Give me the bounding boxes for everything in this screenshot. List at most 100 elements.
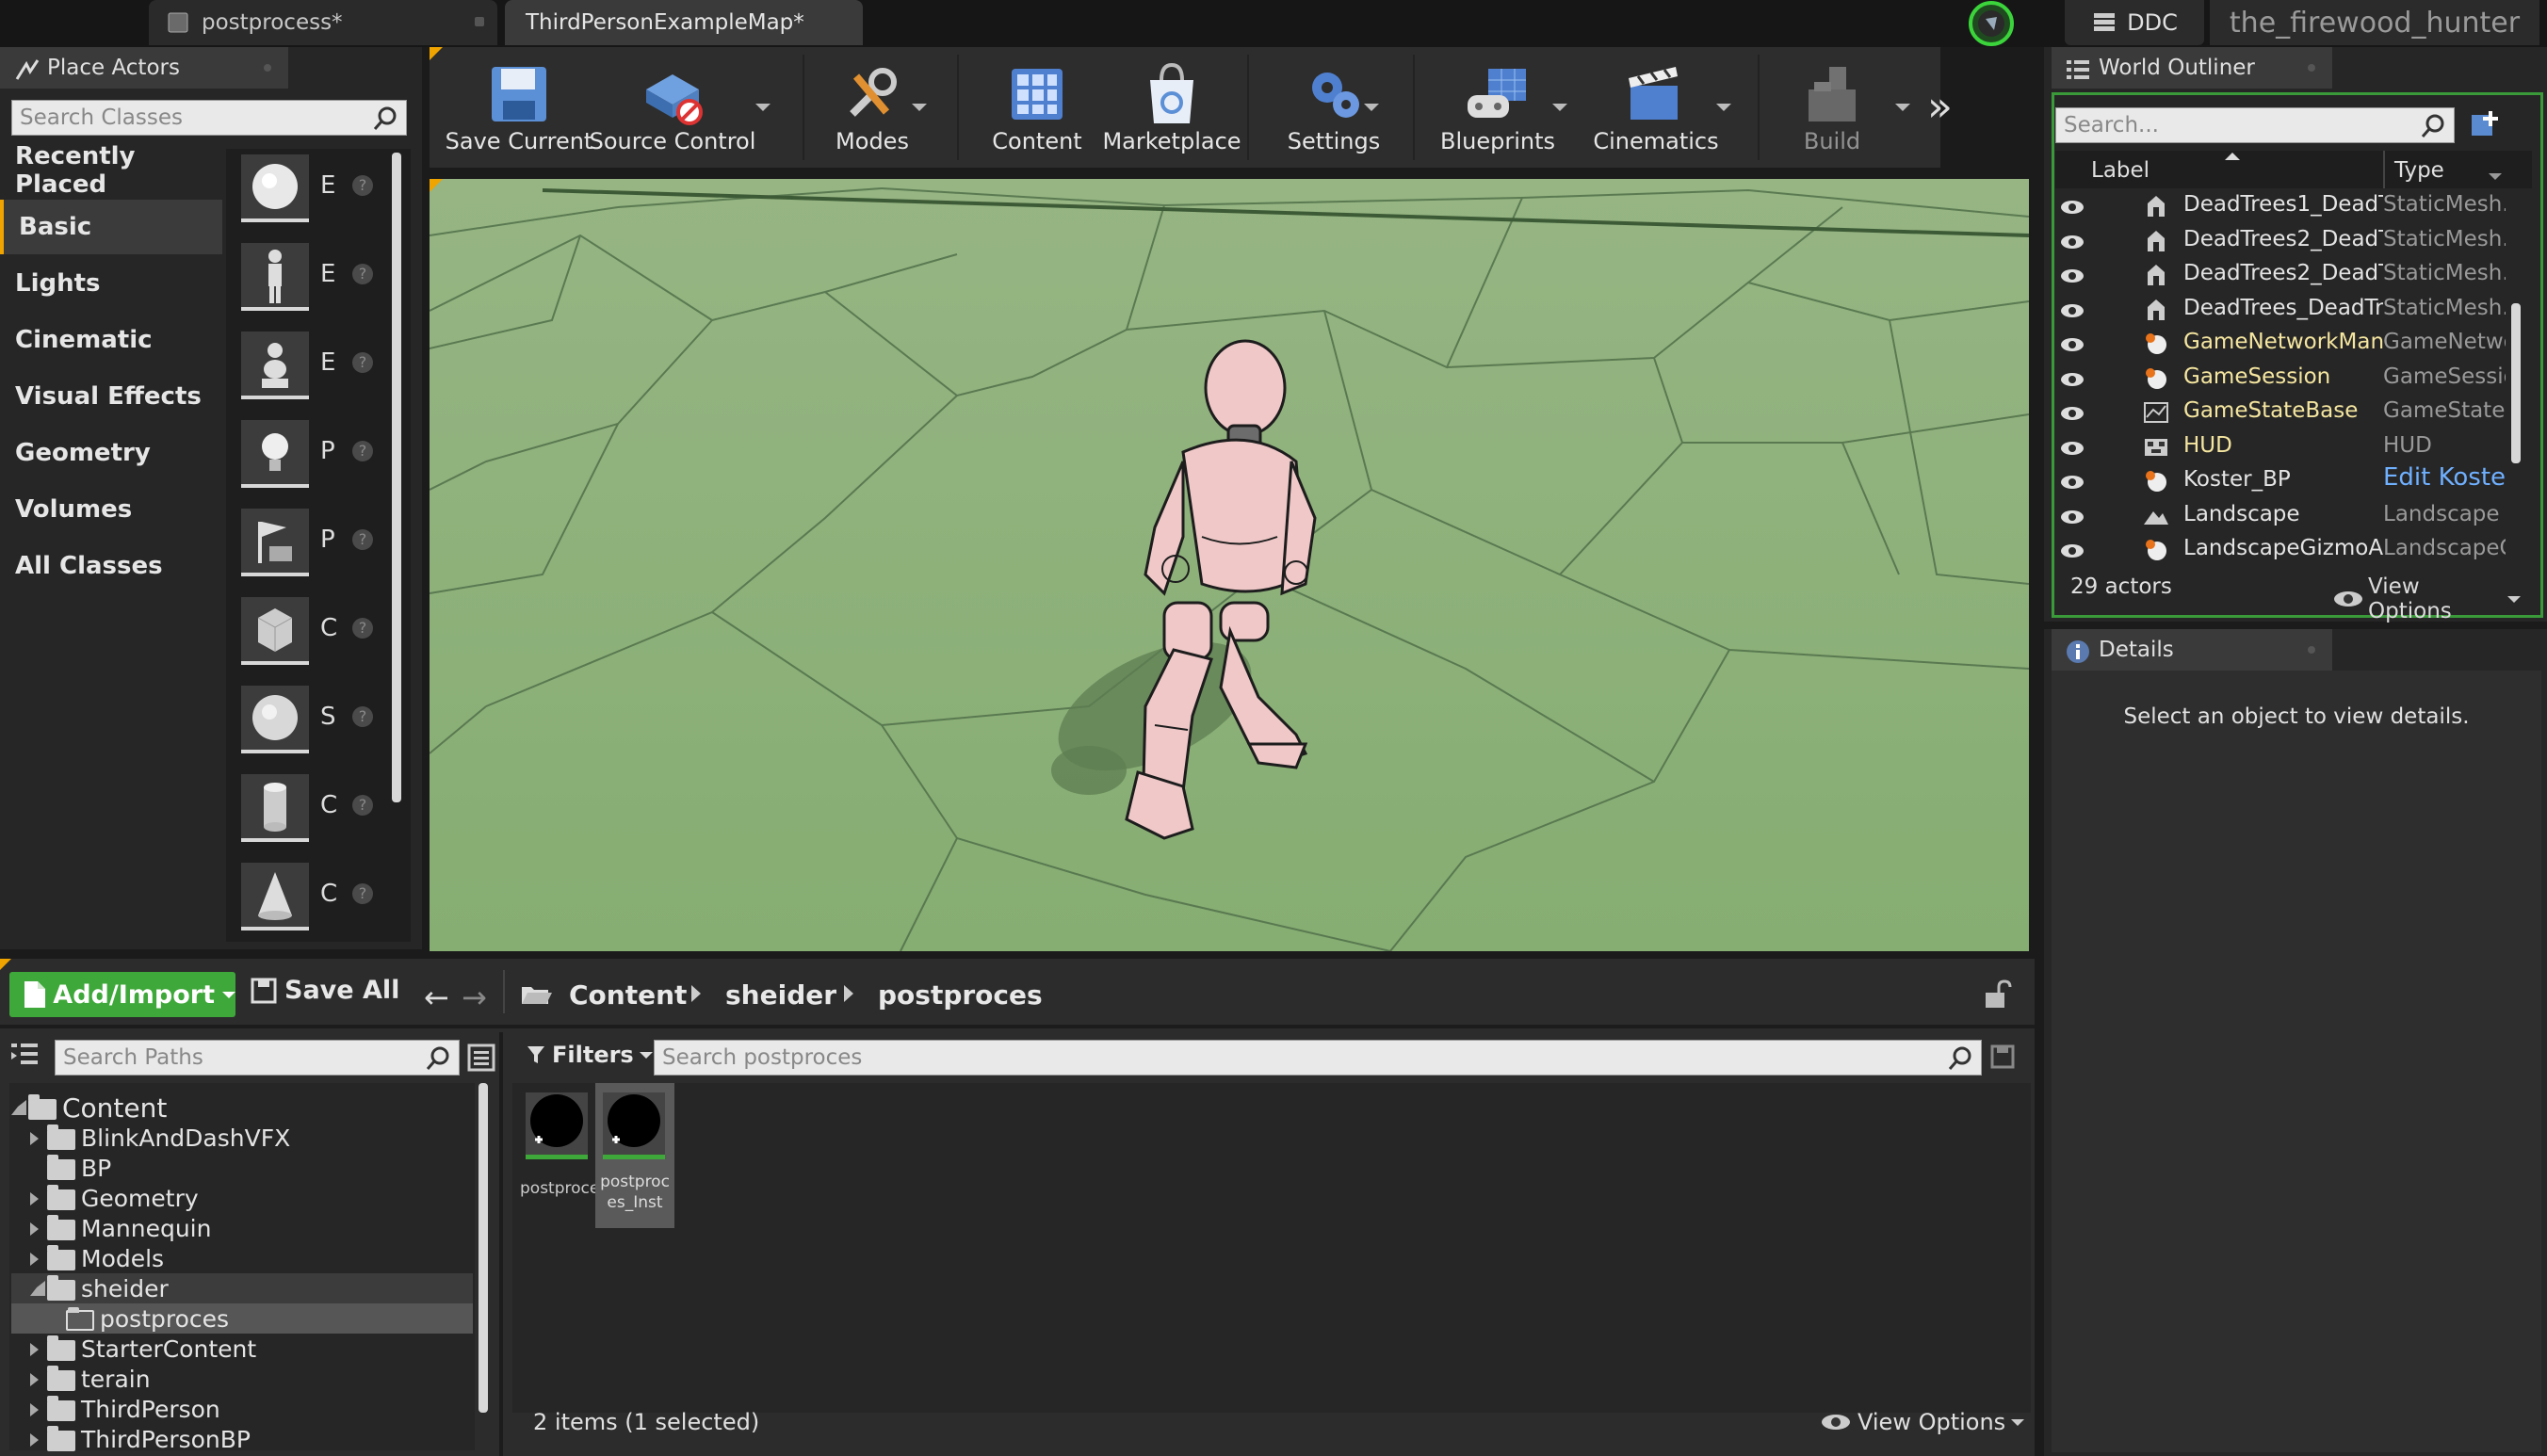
outliner-view-options-button[interactable]: View Options [2332, 574, 2521, 623]
help-icon[interactable]: ? [352, 618, 373, 639]
actor-item[interactable]: E ? [232, 145, 382, 234]
content-button[interactable]: Content [970, 47, 1104, 168]
tree-folder-postproces[interactable]: postproces [11, 1303, 473, 1334]
details-tab[interactable]: Details [2052, 629, 2332, 671]
outliner-row[interactable]: Landscape Landscape [2055, 498, 2521, 532]
marketplace-button[interactable]: Marketplace [1089, 47, 1255, 168]
tree-folder-startercontent[interactable]: StarterContent [11, 1334, 473, 1364]
chevron-down-icon[interactable] [912, 104, 927, 111]
expand-icon[interactable] [30, 1192, 39, 1205]
outliner-row[interactable]: GameNetworkMana GameNetwo [2055, 326, 2521, 360]
eye-icon[interactable] [2059, 403, 2085, 428]
col-type-header[interactable]: Type [2394, 158, 2444, 183]
outliner-row[interactable]: DeadTrees2_DeadT StaticMesh. [2055, 257, 2521, 291]
save-current-button[interactable]: Save Current [439, 47, 599, 168]
expand-icon[interactable] [30, 1222, 39, 1236]
forward-arrow-icon[interactable]: → [462, 979, 487, 1015]
actor-item[interactable]: C ? [232, 765, 382, 853]
outliner-search-input[interactable]: Search... [2055, 107, 2455, 143]
actor-list-scrollbar[interactable] [392, 153, 401, 802]
search-classes-input[interactable]: Search Classes [11, 100, 407, 136]
close-icon[interactable] [2308, 64, 2315, 72]
eye-icon[interactable] [2059, 438, 2085, 462]
tree-folder-mannequin[interactable]: Mannequin [11, 1213, 473, 1243]
cb-view-options-button[interactable]: View Options [1820, 1409, 2025, 1435]
edit-blueprint-link[interactable]: Edit Koste [2383, 463, 2506, 492]
tree-folder-geometry[interactable]: Geometry [11, 1183, 473, 1213]
category-all-classes[interactable]: All Classes [0, 539, 222, 593]
source-control-button[interactable]: Source Control [590, 47, 755, 168]
tree-folder-content[interactable]: Content [11, 1092, 473, 1124]
category-recently-placed[interactable]: Recently Placed [0, 142, 222, 199]
col-label-header[interactable]: Label [2091, 158, 2150, 183]
path-tree-scrollbar[interactable] [479, 1083, 488, 1413]
search-assets-input[interactable]: Search postproces [654, 1040, 1982, 1076]
asset-tile[interactable]: postproces [520, 1083, 595, 1202]
tree-folder-sheider[interactable]: sheider [11, 1273, 473, 1303]
category-basic[interactable]: Basic [0, 200, 222, 254]
place-actors-tab[interactable]: Place Actors [0, 47, 288, 89]
cinematics-button[interactable]: Cinematics [1581, 47, 1731, 168]
help-icon[interactable]: ? [352, 175, 373, 196]
outliner-row[interactable]: GameStateBase GameStateB [2055, 395, 2521, 429]
eye-icon[interactable] [2059, 197, 2085, 221]
category-geometry[interactable]: Geometry [0, 426, 222, 480]
outliner-scrollbar[interactable] [2511, 303, 2521, 463]
outliner-row[interactable]: DeadTrees1_DeadT StaticMesh. [2055, 188, 2521, 222]
eye-icon[interactable] [2059, 300, 2085, 325]
chevron-down-icon[interactable] [1716, 104, 1731, 111]
build-button[interactable]: Build [1771, 47, 1893, 168]
blueprints-button[interactable]: Blueprints [1432, 47, 1564, 168]
actor-item[interactable]: E ? [232, 322, 382, 411]
outliner-row[interactable]: LandscapeGizmoAc LandscapeG [2055, 532, 2521, 566]
category-cinematic[interactable]: Cinematic [0, 313, 222, 367]
sources-toggle-icon[interactable] [9, 1040, 41, 1072]
breadcrumb-separator-icon[interactable] [844, 985, 853, 1002]
eye-icon[interactable] [2059, 507, 2085, 531]
breadcrumb-sheider[interactable]: sheider [725, 979, 836, 1011]
add-actor-icon[interactable] [2466, 107, 2504, 143]
breadcrumb-postproces[interactable]: postproces [878, 979, 1043, 1011]
tree-folder-thirdperson[interactable]: ThirdPerson [11, 1394, 473, 1424]
save-all-button[interactable]: Save All [251, 976, 399, 1005]
outliner-row[interactable]: GameSession GameSessio [2055, 361, 2521, 395]
category-visual-effects[interactable]: Visual Effects [0, 369, 222, 424]
tree-folder-thirdpersonbp[interactable]: ThirdPersonBP [11, 1424, 473, 1454]
eye-icon[interactable] [2059, 472, 2085, 496]
tree-folder-bp[interactable]: BP [11, 1153, 473, 1183]
world-outliner-tab[interactable]: World Outliner [2052, 47, 2332, 89]
help-icon[interactable]: ? [352, 352, 373, 373]
actor-item[interactable]: C ? [232, 588, 382, 676]
outliner-row[interactable]: DeadTrees2_DeadT StaticMesh. [2055, 223, 2521, 257]
help-icon[interactable]: ? [352, 441, 373, 461]
outliner-row[interactable]: HUD HUD [2055, 429, 2521, 463]
chevron-down-icon[interactable] [1895, 104, 1910, 111]
breadcrumb-content[interactable]: Content [569, 979, 687, 1011]
collapse-icon[interactable] [30, 1281, 45, 1296]
outliner-row[interactable]: DeadTrees_DeadTre StaticMesh. [2055, 292, 2521, 326]
eye-icon[interactable] [2059, 541, 2085, 565]
cb-splitter[interactable] [499, 1032, 503, 1456]
doc-tab-postprocess[interactable]: postprocess* [149, 0, 497, 45]
lock-icon[interactable] [1982, 979, 2012, 1013]
eye-icon[interactable] [2059, 232, 2085, 256]
close-icon[interactable] [475, 17, 484, 26]
search-paths-input[interactable]: Search Paths [55, 1040, 460, 1076]
expand-icon[interactable] [30, 1403, 39, 1416]
eye-icon[interactable] [2059, 266, 2085, 290]
actor-item[interactable]: E ? [232, 234, 382, 322]
filters-button[interactable]: Filters [526, 1042, 653, 1068]
eye-icon[interactable] [2059, 369, 2085, 394]
save-search-icon[interactable] [1989, 1043, 2016, 1074]
chevron-down-icon[interactable] [1552, 104, 1567, 111]
help-icon[interactable]: ? [352, 706, 373, 727]
asset-tile-selected[interactable]: postproces_Inst [595, 1083, 674, 1228]
eye-icon[interactable] [2059, 334, 2085, 359]
chevron-down-icon[interactable] [755, 104, 771, 111]
tree-folder-terain[interactable]: terain [11, 1364, 473, 1394]
expand-icon[interactable] [30, 1253, 39, 1266]
close-icon[interactable] [2308, 646, 2315, 654]
actor-item[interactable]: P ? [232, 499, 382, 588]
expand-icon[interactable] [30, 1433, 39, 1447]
back-arrow-icon[interactable]: ← [424, 979, 449, 1015]
